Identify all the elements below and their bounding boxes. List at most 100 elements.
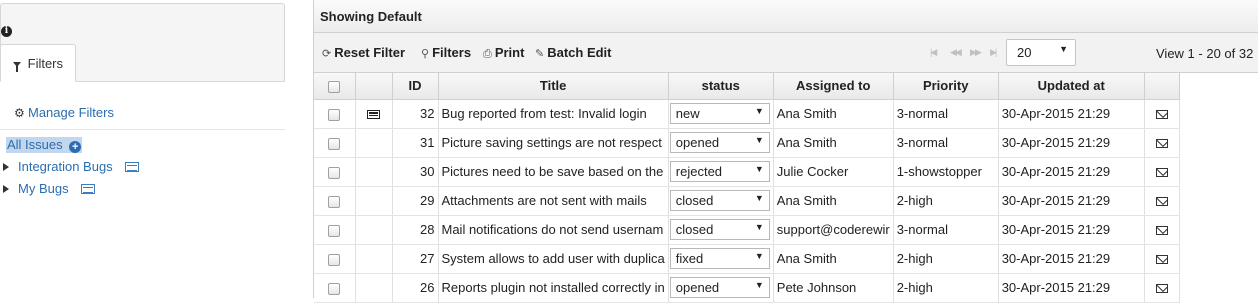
status-select[interactable]: opened ▼ [669,277,770,298]
status-select[interactable]: new ▼ [669,103,770,124]
expand-arrow-icon[interactable] [3,185,9,193]
status-select[interactable]: opened ▼ [669,132,770,153]
priority: 3-normal [893,99,999,129]
column-header-title[interactable]: Title [438,73,669,100]
page-size-select[interactable]: 20 ▼ [1006,39,1076,66]
batch-edit-label: Batch Edit [547,45,612,60]
filters-tab-content: ⚙ Manage Filters All Issues + Integration… [0,81,285,215]
envelope-icon[interactable] [1155,226,1168,236]
row-select-cell [314,244,356,274]
issue-title[interactable]: Bug reported from test: Invalid login [438,99,669,129]
gear-icon: ⚙ [14,106,25,120]
table-row[interactable]: 30 Pictures need to be save based on the r… [314,157,1180,187]
issue-id: 28 [392,215,439,245]
list-icon [80,184,95,194]
envelope-icon[interactable] [1155,255,1168,265]
manage-filters-link[interactable]: ⚙ Manage Filters [14,105,114,120]
dropdown-arrow-icon: ▼ [754,251,764,261]
row-icon-cell [355,186,393,216]
list-icon[interactable] [367,110,380,120]
mail-column-header [1144,73,1180,100]
select-all-checkbox[interactable] [328,80,341,93]
filters-button[interactable]: ⚲ Filters [421,45,471,60]
batch-edit-button[interactable]: ✎ Batch Edit [535,45,612,60]
assigned-to: Ana Smith [773,128,894,158]
print-button[interactable]: ⎙ Print [483,45,524,61]
row-checkbox[interactable] [328,166,341,179]
add-circle-icon[interactable]: + [69,141,82,153]
row-select-cell [314,157,356,187]
grid-toolbar: ⟳ Reset Filter ⚲ Filters ⎙ Print ✎ Batch Edi… [314,33,1258,73]
column-header-priority[interactable]: Priority [893,73,999,100]
issues-table: ID Title status Assigned to Priority Upd… [314,73,1180,303]
status-value: closed [675,222,714,237]
select-all-header[interactable] [314,73,356,100]
envelope-icon[interactable] [1155,284,1168,294]
assigned-to: Julie Cocker [773,157,894,187]
mail-cell [1144,215,1180,245]
table-row[interactable]: 31 Picture saving settings are not respec… [314,128,1180,158]
issue-title[interactable]: System allows to add user with duplica [438,244,669,274]
mail-cell [1144,157,1180,187]
list-icon [124,162,139,172]
icon-column-header [355,73,393,100]
info-icon[interactable]: i [1,26,12,37]
issue-title[interactable]: Pictures need to be save based on the [438,157,669,187]
column-header-id[interactable]: ID [392,73,439,100]
row-checkbox[interactable] [328,253,341,266]
issue-id: 32 [392,99,439,129]
issue-title[interactable]: Picture saving settings are not respect [438,128,669,158]
first-page-icon[interactable]: |◀ [930,47,937,58]
row-select-cell [314,99,356,129]
mail-cell [1144,128,1180,158]
envelope-icon[interactable] [1155,139,1168,149]
updated-at-value: 30-Apr-2015 21:29 [1001,251,1111,266]
status-select[interactable]: rejected ▼ [669,161,770,182]
column-header-assigned[interactable]: Assigned to [773,73,894,100]
table-row[interactable]: 27 System allows to add user with duplica… [314,244,1180,274]
issue-title[interactable]: Attachments are not sent with mails [438,186,669,216]
row-checkbox[interactable] [328,195,341,208]
search-icon: ⚲ [421,48,430,60]
updated-at: 30-Apr-2015 21:29 [998,215,1145,245]
last-page-icon[interactable]: ▶| [990,47,997,58]
table-header-row: ID Title status Assigned to Priority Upd… [314,73,1180,100]
column-header-updated[interactable]: Updated at [998,73,1145,100]
envelope-icon[interactable] [1155,168,1168,178]
row-checkbox[interactable] [328,224,341,237]
next-page-icon[interactable]: ▶▶ [970,47,982,58]
table-row[interactable]: 29 Attachments are not sent with mails clo… [314,186,1180,216]
status-select[interactable]: fixed ▼ [669,248,770,269]
issue-id: 29 [392,186,439,216]
sidebar-item-integration-bugs[interactable]: Integration Bugs [3,159,139,174]
all-issues-filter[interactable]: All Issues + [6,137,83,153]
status-select[interactable]: closed ▼ [669,190,770,211]
row-checkbox[interactable] [328,282,341,295]
pencil-icon: ✎ [535,48,545,60]
priority: 2-high [893,244,999,274]
status-select[interactable]: closed ▼ [669,219,770,240]
issue-title[interactable]: Mail notifications do not send usernam [438,215,669,245]
reset-filter-button[interactable]: ⟳ Reset Filter [322,45,405,60]
status-value: opened [675,135,720,150]
row-checkbox[interactable] [328,108,341,121]
divider [0,129,285,130]
envelope-icon[interactable] [1155,197,1168,207]
issue-id: 31 [392,128,439,158]
priority: 3-normal [893,215,999,245]
updated-at-value: 30-Apr-2015 21:29 [1001,222,1111,237]
updated-at: 30-Apr-2015 21:29 [998,128,1145,158]
row-checkbox[interactable] [328,137,341,150]
status-value: new [675,106,700,121]
table-row[interactable]: 32 Bug reported from test: Invalid login n… [314,99,1180,129]
prev-page-icon[interactable]: ◀◀ [950,47,962,58]
table-row[interactable]: 28 Mail notifications do not send usernam… [314,215,1180,245]
sidebar-item-my-bugs[interactable]: My Bugs [3,181,95,196]
row-icon-cell [355,128,393,158]
column-header-status[interactable]: status [668,73,774,100]
tab-filters[interactable]: Filters [0,44,76,82]
envelope-icon[interactable] [1155,110,1168,120]
dropdown-arrow-icon: ▼ [754,222,764,232]
issue-id: 30 [392,157,439,187]
expand-arrow-icon[interactable] [3,163,9,171]
